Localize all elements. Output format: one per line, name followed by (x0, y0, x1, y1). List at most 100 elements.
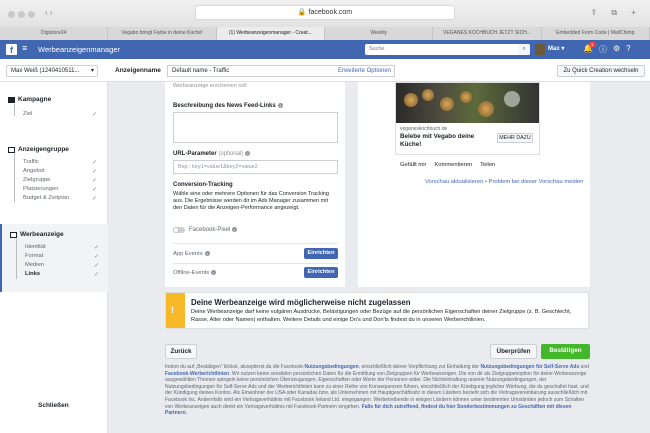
refresh-preview-link[interactable]: Vorschau aktualisieren (425, 179, 483, 185)
check-icon: ✓ (92, 112, 98, 118)
warning-text: Deine Werbeanzeige darf keine vulgären A… (191, 309, 572, 323)
info-icon[interactable]: i (204, 251, 210, 256)
grid-icon (8, 146, 15, 153)
policy-warning: ! Deine Werbeanzeige wird möglicherweise… (165, 292, 589, 329)
browser-tabs: Digistore24 Vegabo bringt Farbe in deine… (0, 27, 650, 40)
app-events-setup-button[interactable]: Einrichten (304, 248, 338, 259)
play-icon[interactable] (504, 91, 520, 107)
sidebar-item-platzierungen[interactable]: Platzierungen (23, 186, 58, 192)
ad-name-bar: Max Weiß (1240410511... ▾ Anzeigenname De… (0, 59, 650, 82)
preview-actions: Gefällt mir Kommentieren Teilen (400, 162, 495, 168)
review-button[interactable]: Überprüfen (490, 344, 537, 359)
ad-icon (10, 231, 17, 238)
share-action[interactable]: Teilen (480, 162, 495, 168)
close-window-icon[interactable] (8, 11, 15, 18)
ad-headline: Belebe mit Vegabo deine Küche! (400, 133, 475, 148)
browser-tab[interactable]: Embedded Form Code | MailChimp (542, 27, 650, 40)
info-icon[interactable]: i (232, 227, 238, 232)
preview-links: Vorschau aktualisieren • Problem bei die… (425, 179, 584, 185)
info-icon[interactable]: ⓘ (599, 44, 607, 55)
user-name[interactable]: Max ▾ (548, 45, 564, 52)
check-icon: ✓ (92, 160, 98, 166)
pixel-label: Facebook-Pixel i (189, 227, 238, 233)
info-icon[interactable]: i (245, 151, 251, 156)
sidebar-item-budget[interactable]: Budget & Zeitplan (23, 195, 69, 201)
ad-policies-link[interactable]: Facebook-Werberichtlinien (165, 371, 229, 377)
browser-tab[interactable]: Weebly (325, 27, 434, 40)
offline-events-setup-button[interactable]: Einrichten (304, 267, 338, 278)
avatar[interactable] (535, 44, 545, 55)
warning-title: Deine Werbeanzeige wird möglicherweise n… (191, 298, 411, 307)
account-select[interactable]: Max Weiß (1240410511... ▾ (6, 65, 98, 77)
ad-name-input[interactable]: Default name - Traffic Erweiterte Option… (167, 65, 395, 77)
sidebar-item-zielgruppe[interactable]: Zielgruppe (23, 177, 50, 183)
browser-tab[interactable]: Vegabo bringt Farbe in deine Küche! (108, 27, 217, 40)
links-form-panel: Werbeanzeige erscheinen soll Beschreibun… (165, 82, 345, 287)
sidebar-section-campaign: Kampagne Ziel ✓ (0, 90, 108, 130)
url-text: facebook.com (308, 9, 353, 16)
sidebar-item-ziel[interactable]: Ziel (23, 111, 32, 117)
info-icon[interactable]: i (211, 270, 217, 275)
like-action[interactable]: Gefällt mir (400, 162, 426, 168)
divider (173, 243, 338, 244)
sidebar-campaign-title[interactable]: Kampagne (8, 96, 51, 103)
sidebar-section-adset: Anzeigengruppe Traffic ✓ Angebot ✓ Zielg… (0, 140, 108, 210)
sidebar-item-format[interactable]: Format (25, 253, 43, 259)
advanced-options-link[interactable]: Erweiterte Optionen (338, 66, 391, 77)
url-parameter-label: URL-Parameter (optional) i (173, 151, 251, 158)
sidebar-item-traffic[interactable]: Traffic (23, 159, 39, 165)
browser-chrome: ‹ › 🔒 facebook.com ⇪ ⧉ + Digistore24 Veg… (0, 0, 650, 40)
browser-toolbar: ‹ › 🔒 facebook.com ⇪ ⧉ + (0, 0, 650, 27)
menu-icon[interactable]: ≡ (22, 43, 27, 53)
browser-tab[interactable]: VEGANES KOCHBUCH JETZT SICH... (433, 27, 542, 40)
check-icon: ✓ (92, 178, 98, 184)
search-input[interactable]: Suche (365, 44, 530, 55)
comment-action[interactable]: Kommentieren (434, 162, 472, 168)
legal-notice: Indem du auf „Bestätigen“ klickst, akzep… (165, 364, 589, 417)
info-icon[interactable]: i (277, 103, 283, 108)
facebook-header: f ≡ Werbeanzeigenmanager Suche ⌕ Max ▾ 🔔… (0, 40, 650, 59)
zoom-window-icon[interactable] (28, 11, 35, 18)
form-top-fragment: Werbeanzeige erscheinen soll (173, 83, 247, 89)
back-button[interactable]: Zurück (165, 344, 197, 359)
sidebar-adset-title[interactable]: Anzeigengruppe (8, 146, 69, 153)
sidebar-ad-title[interactable]: Werbeanzeige (10, 231, 64, 238)
app-title: Werbeanzeigenmanager (38, 45, 120, 54)
check-icon: ✓ (92, 196, 98, 202)
ad-domain: veganeskochbuch.de (400, 126, 448, 132)
share-tabs-icon[interactable]: ⇪ ⧉ + (590, 8, 642, 18)
check-icon: ✓ (94, 245, 100, 251)
facebook-logo-icon[interactable]: f (6, 44, 17, 55)
url-parameter-input[interactable]: Bsp.: key1=value1&key2=value2 (173, 160, 338, 174)
browser-tab[interactable]: Digistore24 (0, 27, 109, 40)
learn-more-button[interactable]: MEHR DAZU (497, 133, 533, 143)
chevron-down-icon: ▾ (90, 68, 94, 74)
self-serve-terms-link[interactable]: Nutzungsbedingungen für Self-Serve Ads (480, 364, 579, 370)
search-icon[interactable]: ⌕ (518, 44, 530, 55)
help-icon[interactable]: ? (626, 44, 630, 55)
sidebar-item-medien[interactable]: Medien (25, 262, 44, 268)
close-button[interactable]: Schließen (38, 402, 69, 409)
minimize-window-icon[interactable] (18, 11, 25, 18)
description-label: Beschreibung des News Feed-Links i (173, 103, 283, 110)
address-bar[interactable]: 🔒 facebook.com (195, 5, 455, 20)
sidebar-section-ad: Werbeanzeige Identität ✓ Format ✓ Medien… (0, 224, 108, 292)
browser-tab-active[interactable]: (1) Werbeanzeigenmanager - Creat... (216, 27, 325, 40)
terms-link[interactable]: Nutzungsbedingungen (305, 364, 359, 370)
report-problem-link[interactable]: Problem bei dieser Vorschau melden (489, 179, 584, 185)
app-events-row: App Events i Einrichten (173, 248, 338, 259)
quick-creation-button[interactable]: Zu Quick Creation wechseln (557, 65, 645, 77)
divider (173, 263, 338, 264)
sidebar-item-angebot[interactable]: Angebot (23, 168, 45, 174)
sidebar-item-links[interactable]: Links (25, 271, 40, 277)
description-textarea[interactable] (173, 112, 338, 143)
conversion-tracking-title: Conversion-Tracking (173, 182, 233, 188)
back-forward-icon[interactable]: ‹ › (45, 8, 53, 17)
ad-preview: veganeskochbuch.de Belebe mit Vegabo dei… (395, 82, 540, 155)
confirm-button[interactable]: Bestätigen (541, 344, 590, 359)
gear-icon[interactable]: ⚙ (613, 44, 620, 55)
check-icon: ✓ (92, 187, 98, 193)
check-icon: ✓ (92, 169, 98, 175)
sidebar-item-identitaet[interactable]: Identität (25, 244, 46, 250)
pixel-toggle[interactable] (173, 227, 185, 233)
